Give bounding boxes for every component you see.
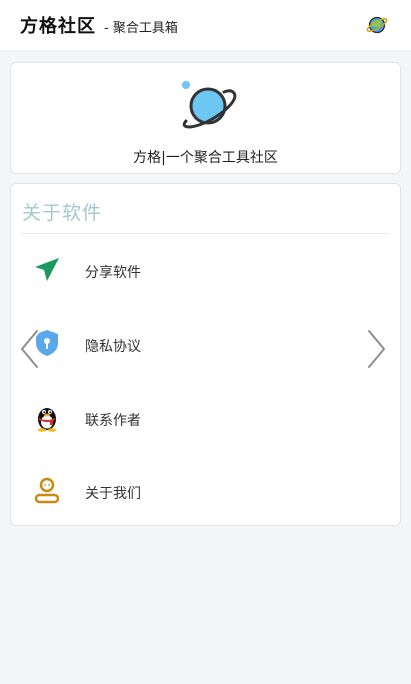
menu-item-share[interactable]: 分享软件 [11,240,400,300]
planet-icon[interactable] [366,14,388,36]
hero-slogan: 方格|一个聚合工具社区 [133,150,278,166]
app-title: 方格社区 [20,16,96,37]
chevron-right-icon[interactable] [360,327,392,371]
menu-item-contact[interactable]: 联系作者 [11,387,400,447]
about-card: 关于软件 分享软件 隐私协议 联系作者 关于我们 [10,183,401,526]
qq-penguin-icon [38,408,56,432]
app-subtitle: - 聚合工具箱 [104,21,178,36]
send-icon [35,258,59,281]
menu-item-about-us[interactable]: 关于我们 [11,460,400,520]
menu-item-label: 联系作者 [85,413,141,429]
menu-item-label: 隐私协议 [85,339,141,355]
section-title: 关于软件 [22,202,103,224]
menu-item-label: 关于我们 [85,486,141,502]
planet-icon [182,81,237,129]
chevron-left-icon[interactable] [14,327,46,371]
app-header: 方格社区 - 聚合工具箱 [0,0,411,50]
divider [22,233,389,234]
user-icon [34,477,60,504]
menu-item-label: 分享软件 [85,265,141,281]
menu-item-privacy[interactable]: 隐私协议 [11,313,400,373]
hero-card: 方格|一个聚合工具社区 [10,62,401,174]
